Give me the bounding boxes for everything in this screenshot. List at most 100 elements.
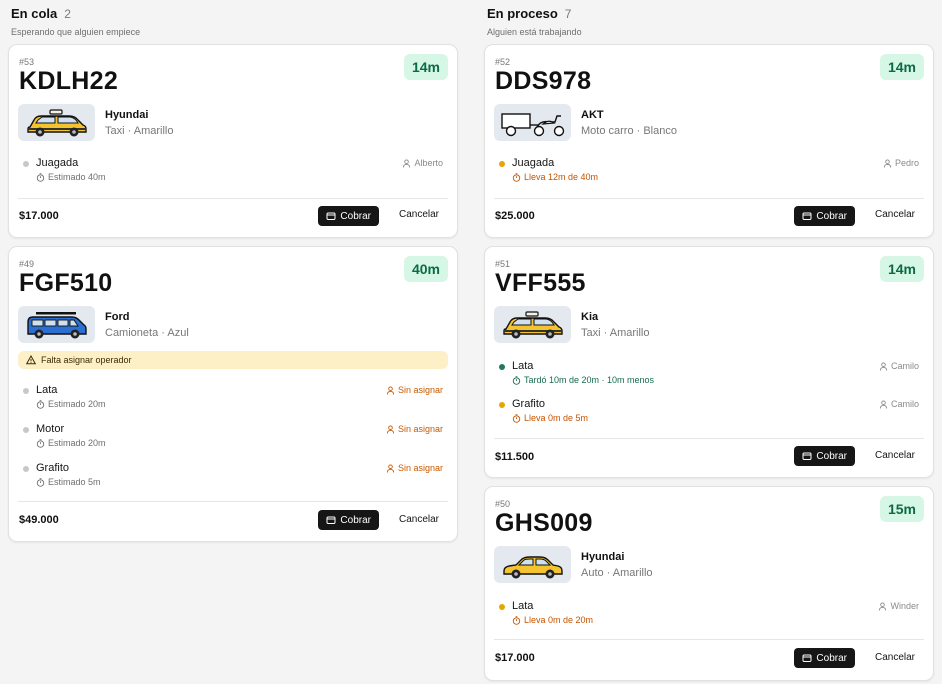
operator-name: Pedro <box>894 158 919 168</box>
elapsed-timer: 14m <box>880 256 924 282</box>
license-plate: GHS009 <box>495 509 593 537</box>
taxi-icon <box>24 108 90 138</box>
charge-button[interactable]: Cobrar <box>318 206 379 226</box>
elapsed-timer: 14m <box>880 54 924 80</box>
warning-triangle-icon <box>26 355 36 365</box>
in-progress-header: En proceso 7 Alguien está trabajando <box>487 6 582 37</box>
service-item: Lata Estimado 20m Sin asignar <box>23 384 443 414</box>
vehicle-description: Auto · Amarillo <box>581 567 653 579</box>
operator-name: Alberto <box>414 158 443 168</box>
service-time: Lleva 0m de 20m <box>512 615 593 625</box>
charge-button[interactable]: Cobrar <box>794 206 855 226</box>
cancel-button[interactable]: Cancelar <box>875 652 915 663</box>
service-time-text: Estimado 40m <box>48 172 106 182</box>
order-total: $17.000 <box>495 652 535 664</box>
vehicle-brand: AKT <box>581 109 604 121</box>
service-time-text: Tardó 10m de 20m · 10m menos <box>524 375 655 385</box>
stopwatch-icon <box>512 375 521 385</box>
service-time-text: Lleva 0m de 5m <box>524 413 589 423</box>
service-operator[interactable]: Winder <box>878 601 919 611</box>
service-time-text: Estimado 5m <box>48 477 101 487</box>
cancel-button[interactable]: Cancelar <box>875 450 915 461</box>
stopwatch-icon <box>512 172 521 182</box>
service-name: Lata <box>36 384 58 396</box>
divider <box>494 198 924 199</box>
vehicle-description: Camioneta · Azul <box>105 327 189 339</box>
charge-button[interactable]: Cobrar <box>794 446 855 466</box>
order-card[interactable]: #50 GHS009 15m Hyundai Auto · Amarillo L… <box>484 486 934 681</box>
stopwatch-icon <box>36 477 45 487</box>
service-operator[interactable]: Camilo <box>879 361 919 371</box>
elapsed-timer: 14m <box>404 54 448 80</box>
order-card[interactable]: #49 FGF510 40m Ford Camioneta · Azul Fal… <box>8 246 458 542</box>
pickup-truck-icon <box>24 310 90 340</box>
column-title: En cola <box>11 6 58 21</box>
column-title: En proceso <box>487 6 558 21</box>
operator-name: Sin asignar <box>397 463 443 473</box>
person-icon <box>879 399 888 409</box>
service-operator[interactable]: Alberto <box>402 158 443 168</box>
assign-operator-link[interactable]: Sin asignar <box>386 424 443 434</box>
status-dot <box>499 402 505 408</box>
person-icon <box>879 361 888 371</box>
stopwatch-icon <box>512 413 521 423</box>
operator-name: Camilo <box>890 361 919 371</box>
wallet-icon <box>802 653 812 663</box>
vehicle-brand: Ford <box>105 311 130 323</box>
stopwatch-icon <box>36 399 45 409</box>
wallet-icon <box>326 515 336 525</box>
order-card[interactable]: #52 DDS978 14m AKT Moto carro · Blanco J… <box>484 44 934 238</box>
charge-button[interactable]: Cobrar <box>794 648 855 668</box>
stopwatch-icon <box>36 172 45 182</box>
status-dot <box>23 427 29 433</box>
order-card[interactable]: #53 KDLH22 14m Hyundai Taxi · Amarillo J… <box>8 44 458 238</box>
operator-name: Camilo <box>890 399 919 409</box>
service-item: Grafito Estimado 5m Sin asignar <box>23 462 443 492</box>
order-total: $11.500 <box>495 451 535 463</box>
service-time: Tardó 10m de 20m · 10m menos <box>512 375 654 385</box>
service-name: Grafito <box>512 398 546 410</box>
cancel-button[interactable]: Cancelar <box>399 209 439 220</box>
person-icon <box>386 424 395 434</box>
operator-name: Sin asignar <box>397 424 443 434</box>
vehicle-brand: Kia <box>581 311 599 323</box>
cancel-button[interactable]: Cancelar <box>399 514 439 525</box>
service-time-text: Estimado 20m <box>48 438 106 448</box>
queue-column: En cola 2 Esperando que alguien empiece … <box>0 0 466 684</box>
license-plate: DDS978 <box>495 67 592 95</box>
operator-name: Winder <box>890 601 919 611</box>
taxi-icon <box>500 310 566 340</box>
license-plate: FGF510 <box>19 269 113 297</box>
column-count: 7 <box>564 7 572 21</box>
elapsed-timer: 40m <box>404 256 448 282</box>
order-number: #51 <box>495 259 511 269</box>
vehicle-description: Taxi · Amarillo <box>105 125 174 137</box>
service-operator[interactable]: Pedro <box>883 158 919 168</box>
cancel-button[interactable]: Cancelar <box>875 209 915 220</box>
assign-operator-link[interactable]: Sin asignar <box>386 385 443 395</box>
service-name: Lata <box>512 360 534 372</box>
stopwatch-icon <box>36 438 45 448</box>
charge-button-label: Cobrar <box>340 514 371 526</box>
status-dot <box>499 604 505 610</box>
elapsed-timer: 15m <box>880 496 924 522</box>
divider <box>494 639 924 640</box>
service-item: Juagada Lleva 12m de 40m Pedro <box>499 157 919 187</box>
person-icon <box>878 601 887 611</box>
service-operator[interactable]: Camilo <box>879 399 919 409</box>
service-name: Juagada <box>36 157 79 169</box>
service-name: Lata <box>512 600 534 612</box>
order-card[interactable]: #51 VFF555 14m Kia Taxi · Amarillo Lata <box>484 246 934 478</box>
order-number: #49 <box>19 259 35 269</box>
vehicle-brand: Hyundai <box>581 551 625 563</box>
service-time-text: Estimado 20m <box>48 399 106 409</box>
charge-button[interactable]: Cobrar <box>318 510 379 530</box>
charge-button-label: Cobrar <box>816 210 847 222</box>
charge-button-label: Cobrar <box>816 450 847 462</box>
status-dot <box>23 161 29 167</box>
assign-operator-link[interactable]: Sin asignar <box>386 463 443 473</box>
wallet-icon <box>326 211 336 221</box>
service-name: Juagada <box>512 157 555 169</box>
vehicle-thumbnail <box>18 104 95 141</box>
order-total: $49.000 <box>19 514 59 526</box>
